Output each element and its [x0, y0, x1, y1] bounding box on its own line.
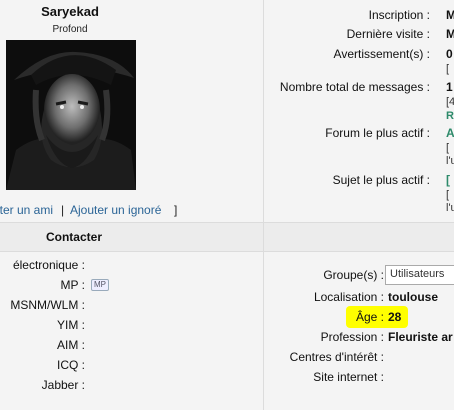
user-rank: Profond	[52, 24, 88, 35]
add-ignored-link[interactable]: Ajouter un ignoré	[70, 203, 161, 217]
location-label: Localisation :	[313, 290, 384, 304]
row-divider-top	[0, 222, 454, 223]
total-messages-label: Nombre total de messages :	[279, 80, 430, 94]
most-active-forum-link[interactable]: A	[446, 126, 454, 140]
total-messages-value: 1	[446, 80, 453, 94]
warnings-value: 0	[446, 47, 453, 61]
about-header	[264, 223, 454, 251]
most-active-topic-sub2: l'u	[446, 202, 454, 214]
interests-label: Centres d'intérêt :	[289, 350, 384, 364]
bracket: ]	[174, 203, 178, 217]
jabber-label: Jabber :	[41, 378, 85, 392]
contact-title: Contacter	[45, 230, 102, 244]
mp-button[interactable]: MP	[91, 279, 109, 291]
username: Saryekad	[41, 4, 99, 19]
add-friend-link[interactable]: jter un ami	[0, 203, 53, 217]
last-visit-label: Dernière visite :	[346, 27, 430, 41]
aim-label: AIM :	[56, 338, 85, 352]
contact-panel	[0, 252, 263, 410]
age-label: Âge :	[355, 310, 384, 324]
row-divider-bottom	[0, 251, 454, 252]
location-value: toulouse	[388, 290, 438, 304]
avatar-image	[6, 40, 136, 190]
warnings-label: Avertissement(s) :	[333, 47, 430, 61]
most-active-forum-sub: [	[446, 142, 450, 154]
mp-label: MP :	[60, 278, 85, 292]
profession-value: Fleuriste ar	[388, 330, 453, 344]
msnm-label: MSNM/WLM :	[10, 298, 85, 312]
total-messages-link[interactable]: R	[446, 110, 454, 122]
total-messages-sub: [4	[446, 96, 454, 108]
age-value: 28	[388, 310, 402, 324]
avatar	[6, 40, 136, 190]
column-divider	[263, 0, 264, 410]
most-active-forum-sub2: l'u	[446, 155, 454, 167]
groups-select[interactable]: Utilisateurs	[385, 265, 454, 285]
most-active-topic-sub: [	[446, 189, 450, 201]
icq-label: ICQ :	[56, 358, 85, 372]
most-active-forum-label: Forum le plus actif :	[325, 126, 430, 140]
most-active-topic-label: Sujet le plus actif :	[332, 173, 430, 187]
most-active-topic-link[interactable]: [	[446, 173, 450, 187]
email-label: électronique :	[12, 258, 85, 272]
inscription-value: M	[446, 8, 454, 22]
last-visit-value: M	[446, 27, 454, 41]
inscription-label: Inscription :	[368, 8, 430, 22]
groups-label: Groupe(s) :	[323, 268, 384, 282]
profession-label: Profession :	[320, 330, 384, 344]
warnings-sub: [	[446, 63, 450, 75]
website-label: Site internet :	[313, 370, 384, 384]
separator: |	[61, 203, 65, 217]
yim-label: YIM :	[56, 318, 85, 332]
